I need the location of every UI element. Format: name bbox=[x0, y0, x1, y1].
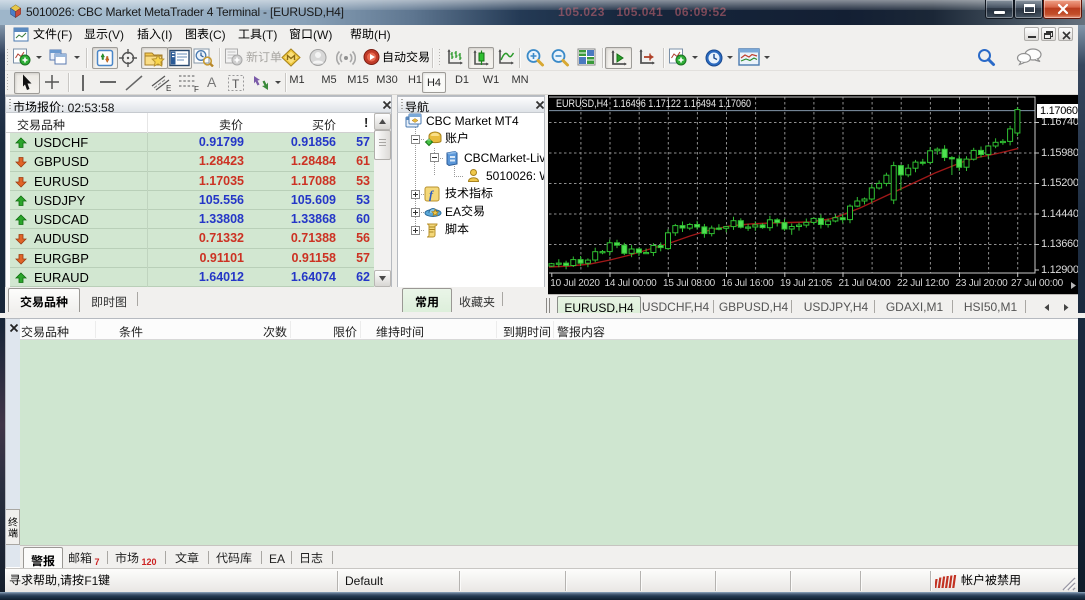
svg-text:F: F bbox=[194, 85, 199, 93]
svg-text:T: T bbox=[232, 77, 240, 91]
svg-text:E: E bbox=[166, 84, 171, 93]
svg-text:A: A bbox=[207, 74, 217, 90]
